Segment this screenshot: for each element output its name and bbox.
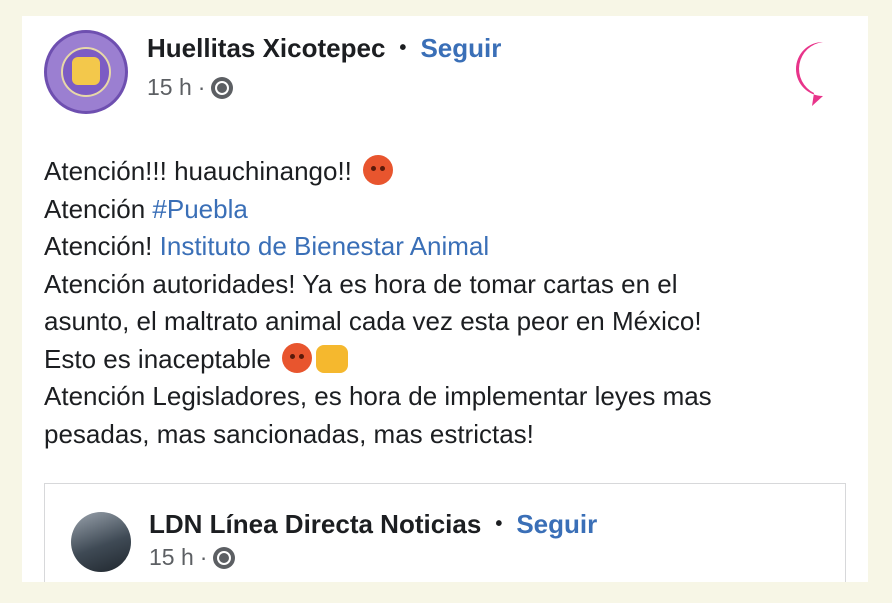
post-line-3: Atención! Instituto de Bienestar Animal xyxy=(44,228,844,266)
fist-icon xyxy=(316,344,349,373)
post-line-8: pesadas, mas sancionadas, mas estrictas! xyxy=(44,418,534,449)
post-line-5: asunto, el maltrato animal cada vez esta… xyxy=(44,306,702,336)
post-line-6: Esto es inaceptable xyxy=(44,341,844,379)
author-row: Huellitas Xicotepec • Seguir xyxy=(147,32,501,64)
post-meta: 15 h · xyxy=(147,74,501,101)
author-name[interactable]: Huellitas Xicotepec xyxy=(147,32,385,64)
avatar-badge xyxy=(72,57,100,85)
meta-dot: · xyxy=(199,544,208,570)
shared-post-timestamp[interactable]: 15 h xyxy=(149,544,194,571)
shared-author-row: LDN Línea Directa Noticias • Seguir xyxy=(149,508,597,540)
text-line: Esto es inaceptable xyxy=(44,343,271,374)
globe-icon xyxy=(211,76,234,99)
post-card: Huellitas Xicotepec • Seguir 15 h · Aten… xyxy=(22,16,868,582)
shared-author-block: LDN Línea Directa Noticias • Seguir 15 h… xyxy=(149,508,597,571)
author-block: Huellitas Xicotepec • Seguir 15 h · xyxy=(147,32,501,101)
angry-face-icon xyxy=(363,155,394,185)
brand-logo xyxy=(795,42,835,106)
post-header: Huellitas Xicotepec • Seguir 15 h · xyxy=(44,30,501,114)
post-line-4: Atención autoridades! Ya es hora de toma… xyxy=(44,268,678,299)
post-line-1: Atención!!! huauchinango!! xyxy=(44,153,844,191)
shared-author-name[interactable]: LDN Línea Directa Noticias xyxy=(149,508,481,540)
shared-header: LDN Línea Directa Noticias • Seguir 15 h… xyxy=(71,509,597,572)
author-avatar[interactable] xyxy=(44,30,128,114)
meta-dot: · xyxy=(197,74,206,100)
shared-author-avatar[interactable] xyxy=(71,512,131,572)
post-text: Atención!!! huauchinango!! Atención #Pue… xyxy=(44,153,844,453)
text-line: Atención xyxy=(44,193,153,224)
post-line-7: Atención Legisladores, es hora de implem… xyxy=(44,381,712,411)
text-line: Atención!!! huauchinango!! xyxy=(44,156,352,186)
post-timestamp[interactable]: 15 h xyxy=(147,74,192,101)
separator-dot: • xyxy=(399,37,407,59)
text-line: Atención! xyxy=(44,231,160,261)
separator-dot: • xyxy=(495,513,503,535)
page-mention-link[interactable]: Instituto de Bienestar Animal xyxy=(160,231,490,261)
follow-button[interactable]: Seguir xyxy=(420,32,501,64)
angry-face-icon xyxy=(282,342,313,373)
shared-post-meta: 15 h · xyxy=(149,544,597,571)
shared-follow-button[interactable]: Seguir xyxy=(516,508,597,540)
hashtag-link[interactable]: #Puebla xyxy=(152,194,247,224)
globe-icon xyxy=(213,546,236,569)
post-line-2: Atención #Puebla xyxy=(44,191,844,229)
shared-post[interactable]: LDN Línea Directa Noticias • Seguir 15 h… xyxy=(44,483,846,582)
